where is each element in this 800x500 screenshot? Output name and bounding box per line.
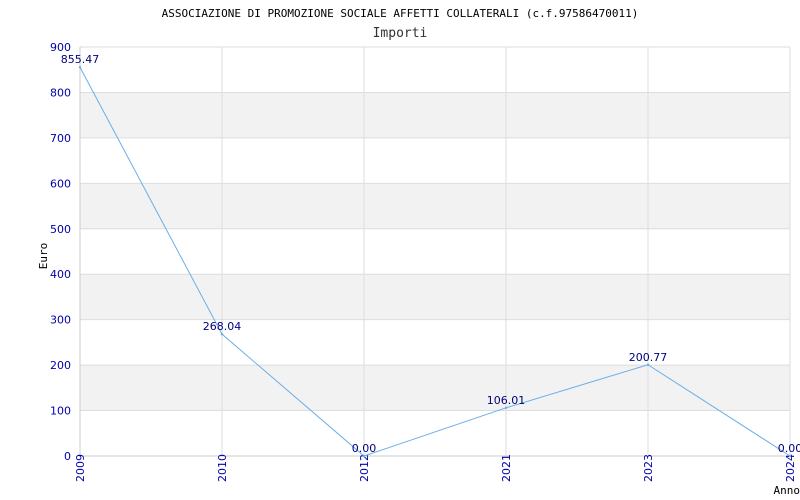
data-point xyxy=(78,66,82,69)
grid-band xyxy=(80,319,790,366)
y-tick-label: 0 xyxy=(64,450,71,463)
grid-band xyxy=(80,274,790,320)
data-label: 200.77 xyxy=(629,351,668,364)
x-tick-label: 2023 xyxy=(642,454,655,482)
line-chart: ASSOCIAZIONE DI PROMOZIONE SOCIALE AFFET… xyxy=(37,7,800,497)
x-tick-label: 2009 xyxy=(74,454,87,482)
y-tick-label: 400 xyxy=(50,268,71,281)
x-tick-label: 2024 xyxy=(784,454,797,482)
y-tick-label: 100 xyxy=(50,405,71,418)
grid-band xyxy=(80,183,790,229)
x-tick-label: 2010 xyxy=(216,454,229,482)
grid-band xyxy=(80,410,790,456)
y-tick-label: 200 xyxy=(50,359,71,372)
data-point xyxy=(504,406,508,410)
chart: ASSOCIAZIONE DI PROMOZIONE SOCIALE AFFET… xyxy=(0,0,800,500)
x-tick-label: 2021 xyxy=(500,454,513,482)
data-label: 268.04 xyxy=(203,320,242,333)
chart-subtitle: Importi xyxy=(373,26,428,41)
data-label: 0.00 xyxy=(352,442,377,455)
data-point xyxy=(362,454,366,458)
grid-band xyxy=(80,92,790,138)
y-tick-label: 500 xyxy=(50,223,71,236)
grid-band xyxy=(80,137,790,184)
y-axis-label: Euro xyxy=(37,243,50,270)
y-tick-label: 800 xyxy=(50,86,71,99)
y-tick-label: 600 xyxy=(50,177,71,190)
data-point xyxy=(788,454,792,458)
y-tick-label: 700 xyxy=(50,132,71,145)
data-label: 106.01 xyxy=(487,394,526,407)
x-tick-label: 2012 xyxy=(358,454,371,482)
data-point xyxy=(220,332,224,336)
x-axis-label: Anno xyxy=(774,484,800,497)
y-tick-label: 900 xyxy=(50,41,71,54)
y-tick-label: 300 xyxy=(50,314,71,327)
data-label: 0.00 xyxy=(778,442,800,455)
chart-title: ASSOCIAZIONE DI PROMOZIONE SOCIALE AFFET… xyxy=(162,7,639,20)
data-point xyxy=(646,363,650,366)
data-label: 855.47 xyxy=(61,53,100,66)
grid-band xyxy=(80,47,790,93)
